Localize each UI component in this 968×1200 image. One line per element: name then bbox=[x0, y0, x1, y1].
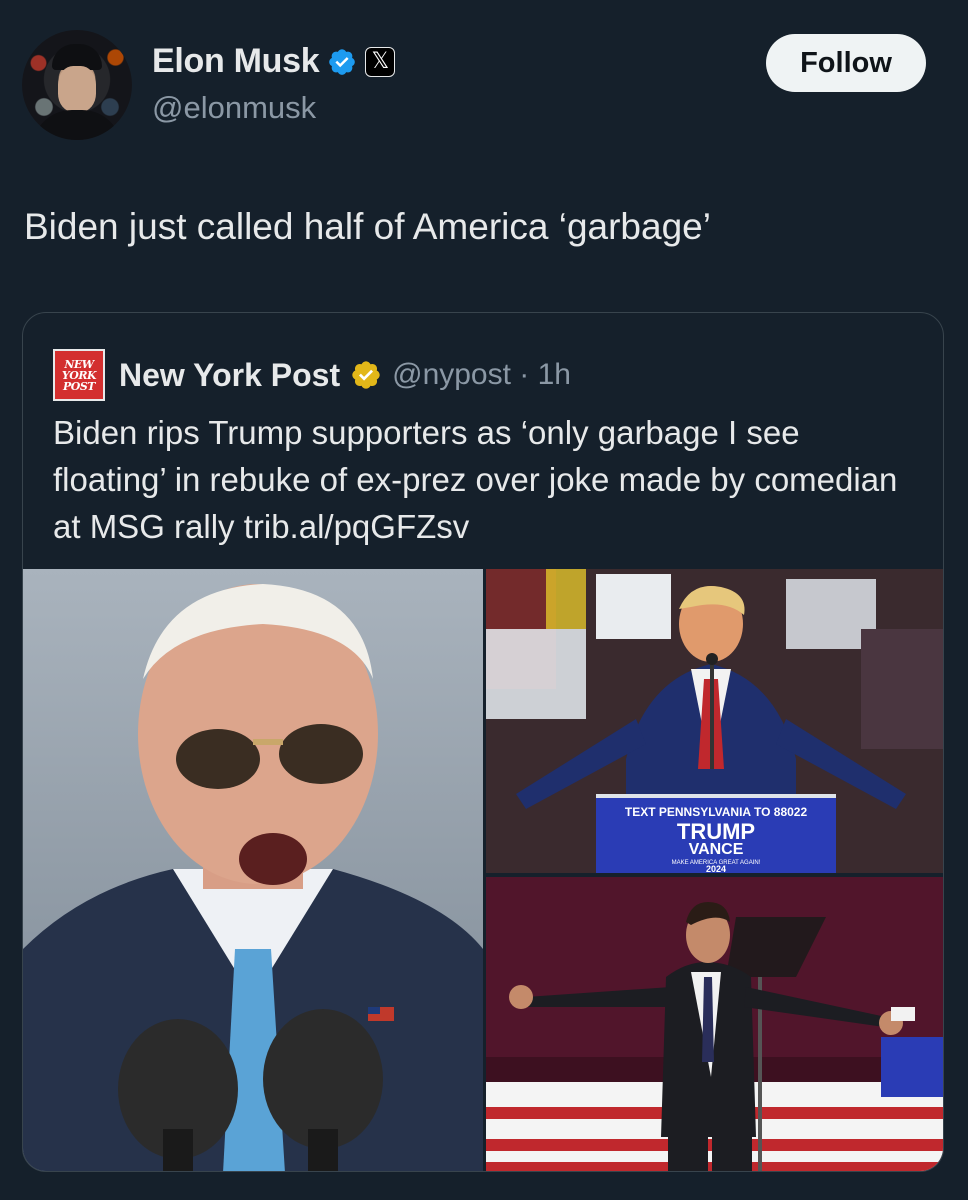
comedian-illustration bbox=[486, 877, 943, 1171]
quoted-tweet[interactable]: NEW YORK POST New York Post @nypost · 1h B… bbox=[22, 312, 944, 1172]
author-name-row: Elon Musk 𝕏 bbox=[152, 42, 396, 81]
biden-illustration bbox=[23, 569, 483, 1171]
photo-trump[interactable]: TEXT PENNSYLVANIA TO 88022 TRUMP VANCE M… bbox=[486, 569, 943, 873]
media-grid[interactable]: TEXT PENNSYLVANIA TO 88022 TRUMP VANCE M… bbox=[23, 569, 943, 1171]
blue-check-icon bbox=[329, 48, 356, 75]
quoted-author-name[interactable]: New York Post bbox=[119, 357, 340, 394]
sign-line2: VANCE bbox=[689, 841, 744, 858]
trump-illustration: TEXT PENNSYLVANIA TO 88022 TRUMP VANCE M… bbox=[486, 569, 943, 873]
author-name[interactable]: Elon Musk bbox=[152, 42, 320, 81]
author-handle[interactable]: @elonmusk bbox=[152, 90, 316, 126]
quoted-tweet-header: NEW YORK POST New York Post @nypost · 1h bbox=[53, 349, 571, 401]
avatar[interactable] bbox=[22, 30, 132, 140]
quoted-tweet-text: Biden rips Trump supporters as ‘only gar… bbox=[53, 414, 898, 545]
tweet-text: Biden just called half of America ‘garba… bbox=[24, 206, 711, 247]
tweet-header: Elon Musk 𝕏 @elonmusk Follow bbox=[22, 28, 932, 144]
gold-check-icon bbox=[352, 361, 380, 389]
quoted-handle-time[interactable]: @nypost · 1h bbox=[392, 358, 571, 392]
sign-text: TEXT PENNSYLVANIA TO 88022 bbox=[625, 805, 808, 819]
follow-button[interactable]: Follow bbox=[766, 34, 926, 92]
photo-biden[interactable] bbox=[23, 569, 483, 1171]
x-logo-icon: 𝕏 bbox=[365, 46, 396, 77]
avatar-face bbox=[58, 66, 96, 112]
photo-comedian[interactable] bbox=[486, 877, 943, 1171]
nypost-logo[interactable]: NEW YORK POST bbox=[53, 349, 105, 401]
sign-year: 2024 bbox=[706, 864, 726, 873]
